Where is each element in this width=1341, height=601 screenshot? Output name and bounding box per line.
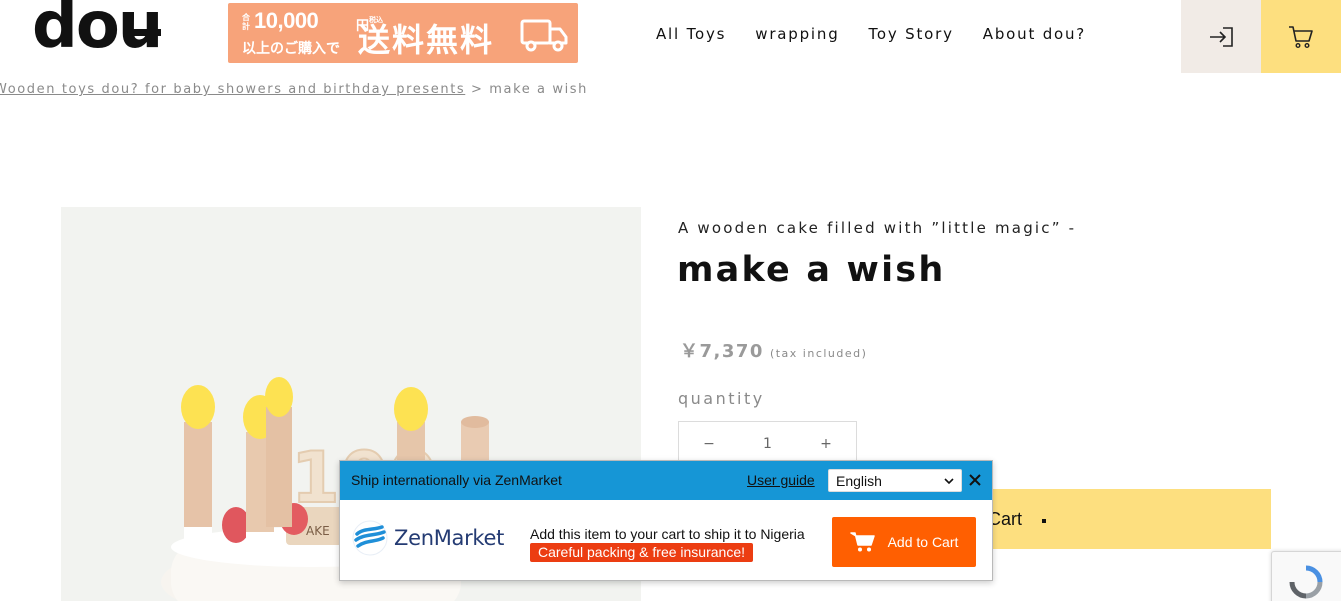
quantity-input[interactable]: 1 [763,436,772,452]
zenmarket-message: Add this item to your cart to ship it to… [530,526,805,542]
cake-tag: AKE [306,524,330,538]
breadcrumb-current: make a wish [489,82,589,97]
zenmarket-logo-text: ZenMarket [394,526,505,550]
nav-all-toys[interactable]: All Toys [656,25,726,43]
banner-headline: 送料無料 [358,22,495,58]
nav-wrapping[interactable]: wrapping [755,25,839,43]
main-nav: All Toys wrapping Toy Story About dou? [656,25,1115,43]
zenmarket-header: Ship internationally via ZenMarket User … [340,461,992,500]
product-title: make a wish [677,250,946,290]
nav-toy-story[interactable]: Toy Story [869,25,954,43]
banner-total-label: 合計 [242,13,250,31]
recaptcha-badge[interactable] [1271,551,1341,601]
login-button[interactable] [1181,0,1261,73]
banner-subtext: 以上のご購入で [242,40,340,56]
zenmarket-logo-icon [352,520,388,556]
quantity-label: quantity [678,389,765,408]
free-shipping-banner[interactable]: 合計 10,000 円税込 以上のご購入で 送料無料 [228,3,578,63]
recaptcha-icon [1289,565,1323,599]
zenmarket-insurance-badge: Careful packing & free insurance! [530,543,753,562]
zenmarket-add-to-cart-label: Add to Cart [887,534,959,550]
chevron-down-icon [944,478,954,485]
zenmarket-add-to-cart-button[interactable]: Add to Cart [832,517,976,567]
price-value: ￥7,370 [680,341,764,362]
quantity-increase-button[interactable]: + [820,436,832,452]
product-catchphrase: A wooden cake filled with ”little magic”… [678,219,1077,237]
logo-mark [130,29,161,36]
breadcrumb-separator: > [471,82,484,97]
cart-icon [1289,25,1313,48]
add-to-cart-dot [1042,519,1046,523]
zenmarket-logo: ZenMarket [352,520,504,556]
zenmarket-widget: Ship internationally via ZenMarket User … [339,460,993,581]
cart-icon [849,532,875,552]
language-select-value: English [836,473,882,489]
zenmarket-title: Ship internationally via ZenMarket [351,472,562,488]
language-select[interactable]: English [828,469,962,492]
banner-amount: 10,000 [254,8,319,33]
breadcrumb: Wooden toys dou? for baby showers and bi… [0,82,588,97]
add-to-cart-label: Cart [988,509,1023,529]
truck-icon [520,19,568,52]
cart-button[interactable] [1261,0,1341,73]
breadcrumb-home-link[interactable]: Wooden toys dou? for baby showers and bi… [0,82,465,97]
nav-about[interactable]: About dou? [983,25,1086,43]
quantity-decrease-button[interactable]: − [703,436,715,452]
product-price: ￥7,370 (tax included) [680,337,867,363]
login-icon [1210,26,1233,47]
site-header: dou 合計 10,000 円税込 以上のご購入で 送料無料 All Toys … [0,0,1341,73]
close-icon[interactable] [968,471,982,489]
zenmarket-user-guide-link[interactable]: User guide [747,472,815,488]
price-tax-note: (tax included) [769,347,868,360]
